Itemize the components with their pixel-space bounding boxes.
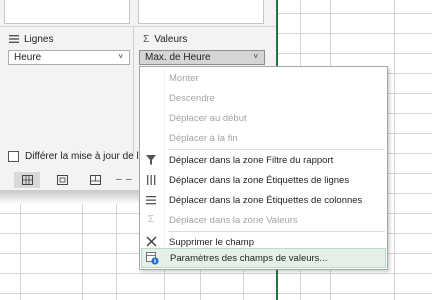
values-area-header: Σ Valeurs bbox=[143, 32, 187, 46]
field-settings-icon bbox=[145, 251, 159, 265]
menu-separator bbox=[168, 231, 385, 232]
filters-area-box[interactable] bbox=[4, 0, 130, 24]
values-field-value: Max. de Heure bbox=[145, 52, 211, 63]
menu-item-label: Déplacer à la fin bbox=[169, 133, 238, 144]
menu-item-label: Descendre bbox=[169, 93, 215, 104]
values-area-label: Valeurs bbox=[154, 33, 188, 45]
column-labels-icon bbox=[144, 193, 158, 207]
zoom-minus-icon[interactable]: – bbox=[116, 174, 122, 185]
menu-item-move-to-row-labels[interactable]: Déplacer dans la zone Étiquettes de lign… bbox=[140, 171, 387, 190]
menu-separator bbox=[168, 149, 385, 150]
menu-item-label: Monter bbox=[169, 73, 199, 84]
defer-update-label: Différer la mise à jour de l bbox=[25, 151, 139, 162]
menu-item-move-to-report-filter[interactable]: Déplacer dans la zone Filtre du rapport bbox=[140, 151, 387, 170]
rows-field-value: Heure bbox=[14, 52, 42, 63]
field-context-menu: Monter Descendre Déplacer au début Dépla… bbox=[139, 66, 388, 270]
row-labels-icon bbox=[144, 173, 158, 187]
grid-row-line bbox=[0, 273, 432, 274]
menu-item-move-to-values[interactable]: Σ Déplacer dans la zone Valeurs bbox=[140, 211, 387, 230]
rows-area-label: Lignes bbox=[24, 33, 54, 45]
chevron-down-icon: ˅ bbox=[118, 52, 123, 61]
menu-item-label: Déplacer au début bbox=[169, 113, 247, 124]
grid-column-line bbox=[20, 200, 21, 300]
page-layout-view-icon[interactable] bbox=[57, 175, 68, 185]
rows-area-header: Lignes bbox=[9, 32, 53, 46]
chevron-down-icon: ˅ bbox=[253, 52, 258, 61]
menu-item-move-down[interactable]: Descendre bbox=[140, 89, 387, 108]
menu-item-move-to-column-labels[interactable]: Déplacer dans la zone Étiquettes de colo… bbox=[140, 191, 387, 210]
menu-item-move-to-start[interactable]: Déplacer au début bbox=[140, 109, 387, 128]
menu-item-label: Déplacer dans la zone Étiquettes de lign… bbox=[169, 175, 350, 186]
remove-field-icon bbox=[144, 235, 158, 249]
columns-area-box[interactable] bbox=[138, 0, 264, 24]
menu-item-label: Déplacer dans la zone Valeurs bbox=[169, 215, 298, 226]
rows-field-dropdown[interactable]: Heure ˅ bbox=[8, 50, 130, 65]
area-divider-vertical bbox=[133, 26, 134, 154]
area-divider bbox=[0, 26, 276, 27]
grid-column-line bbox=[116, 200, 117, 300]
sigma-icon: Σ bbox=[143, 33, 150, 45]
grid-row-line bbox=[0, 293, 432, 294]
page-break-view-icon[interactable] bbox=[90, 175, 101, 185]
menu-item-value-field-settings[interactable]: Paramètres des champs de valeurs... bbox=[141, 248, 386, 268]
menu-item-label: Déplacer dans la zone Filtre du rapport bbox=[169, 155, 334, 166]
sigma-icon: Σ bbox=[147, 214, 155, 225]
menu-item-label: Paramètres des champs de valeurs... bbox=[170, 253, 328, 264]
normal-view-icon[interactable] bbox=[22, 175, 33, 185]
menu-item-move-up[interactable]: Monter bbox=[140, 69, 387, 88]
grid-column-line bbox=[394, 0, 395, 300]
rows-lines-icon bbox=[9, 35, 19, 43]
defer-update-checkbox[interactable] bbox=[8, 151, 19, 162]
defer-update-option[interactable]: Différer la mise à jour de l bbox=[8, 151, 139, 162]
filter-icon bbox=[144, 153, 158, 167]
menu-item-move-to-end[interactable]: Déplacer à la fin bbox=[140, 129, 387, 148]
grid-column-line bbox=[82, 200, 83, 300]
menu-item-label: Déplacer dans la zone Étiquettes de colo… bbox=[169, 195, 363, 206]
zoom-slider-track[interactable]: – bbox=[126, 174, 132, 185]
menu-item-label: Supprimer le champ bbox=[169, 237, 255, 248]
values-field-dropdown[interactable]: Max. de Heure ˅ bbox=[139, 50, 265, 65]
